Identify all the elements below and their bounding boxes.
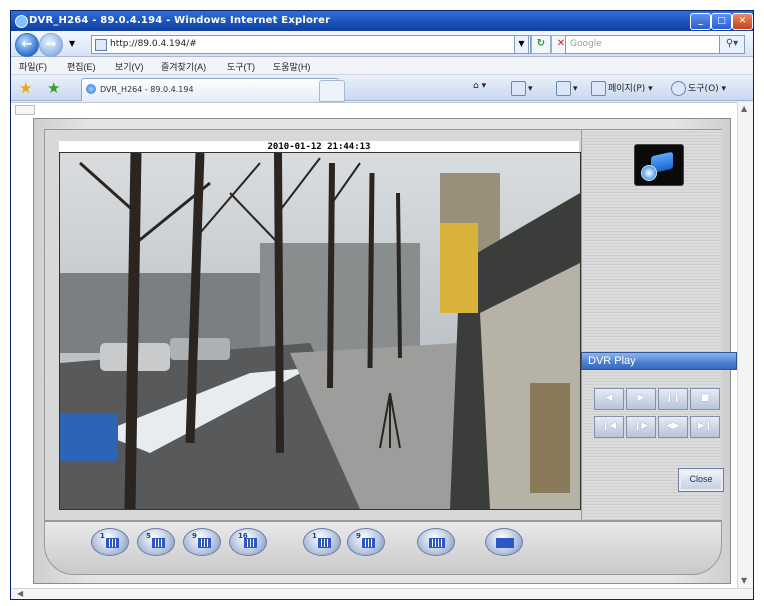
forward-button[interactable]: → [39, 33, 63, 57]
slow-icon: ◀▶ [666, 421, 680, 431]
menu-favorites[interactable]: 즐겨찾기(A) [161, 60, 206, 73]
view-5-button[interactable]: 5 [137, 528, 175, 556]
tools-menu-label: 도구(O) [688, 84, 719, 94]
print-icon[interactable]: ▾ [556, 81, 578, 96]
title-bar: DVR_H264 - 89.0.4.194 - Windows Internet… [11, 11, 753, 31]
pause-button[interactable]: ❙❙ [658, 388, 688, 410]
stop-button[interactable]: ■ [690, 388, 720, 410]
sequence-9-button[interactable]: 9 [347, 528, 385, 556]
pause-icon: ❙❙ [665, 393, 681, 403]
favorites-star-icon[interactable]: ★ [19, 79, 32, 97]
tab-label: DVR_H264 - 89.0.4.194 [100, 85, 194, 94]
camera-settings-icon [496, 538, 514, 548]
menu-edit[interactable]: 편집(E) [67, 60, 96, 73]
maximize-button[interactable]: □ [711, 13, 732, 30]
grid-9-icon [198, 538, 211, 548]
url-field[interactable]: http://89.0.4.194/# [91, 35, 531, 54]
scroll-down-icon[interactable]: ▼ [741, 576, 747, 585]
video-feed[interactable] [59, 152, 581, 510]
url-dropdown-icon[interactable]: ▼ [514, 35, 529, 54]
view-16-button[interactable]: 16 [229, 528, 267, 556]
menu-help[interactable]: 도움말(H) [273, 60, 310, 73]
step-back-icon: ❙◀ [601, 421, 617, 431]
tab-bar: ★ ★ DVR_H264 - 89.0.4.194 ⌂ ▾ ▾ ▾ 페이지(P)… [11, 75, 753, 102]
horizontal-scrollbar[interactable]: ◀ [11, 588, 753, 599]
tab-page-icon [86, 84, 96, 94]
page-menu-label: 페이지(P) [608, 84, 646, 94]
sequence-1-button[interactable]: 1 [303, 528, 341, 556]
layout-button-strip: 1 5 9 16 1 9 [44, 521, 722, 575]
tab-dvr[interactable]: DVR_H264 - 89.0.4.194 [81, 78, 339, 101]
single-view-icon [318, 538, 331, 548]
play-icon: ▶ [637, 393, 645, 403]
refresh-button[interactable]: ↻ [531, 35, 551, 54]
rewind-icon: ◀ [605, 393, 613, 403]
back-button[interactable]: ← [15, 33, 39, 57]
street-scene-image [60, 153, 580, 509]
full-grid-button[interactable] [417, 528, 455, 556]
rewind-button[interactable]: ◀ [594, 388, 624, 410]
scroll-left-icon[interactable]: ◀ [17, 589, 23, 598]
add-favorite-icon[interactable]: ★ [47, 79, 60, 97]
page-icon [95, 39, 107, 51]
page-corner-icon [15, 105, 35, 115]
search-icon[interactable]: ⚲▾ [719, 35, 745, 54]
step-back-button[interactable]: ❙◀ [594, 416, 624, 438]
layout-label: 9 [356, 532, 361, 540]
layout-label: 5 [146, 532, 151, 540]
fast-icon: ▶❙ [697, 421, 713, 431]
layout-label: 9 [192, 532, 197, 540]
page-menu[interactable]: 페이지(P) ▾ [591, 81, 653, 96]
menu-bar: 파일(F) 편집(E) 보기(V) 즐겨찾기(A) 도구(T) 도움말(H) [11, 57, 753, 75]
view-1-button[interactable]: 1 [91, 528, 129, 556]
menu-file[interactable]: 파일(F) [19, 60, 47, 73]
vertical-scrollbar[interactable]: ▲ ▼ [737, 102, 753, 588]
window-title: DVR_H264 - 89.0.4.194 - Windows Internet… [29, 15, 331, 26]
address-bar: ← → ▼ http://89.0.4.194/# ▼ ↻ ✕ Google ⚲… [11, 31, 753, 57]
search-input[interactable]: Google [565, 35, 721, 54]
minimize-button[interactable]: _ [690, 13, 711, 30]
history-dropdown-icon[interactable]: ▼ [69, 39, 75, 48]
camera-icon [634, 144, 684, 186]
step-forward-icon: ❙▶ [633, 421, 649, 431]
camera-settings-button[interactable] [485, 528, 523, 556]
full-grid-icon [429, 538, 445, 548]
ie-logo-icon [15, 15, 28, 28]
url-text: http://89.0.4.194/# [110, 39, 197, 49]
scroll-up-icon[interactable]: ▲ [741, 104, 747, 113]
dvr-frame: 2010-01-12 21:44:13 DVR Play ◀ ▶ ❙❙ ■ ❙◀… [44, 129, 737, 521]
slow-button[interactable]: ◀▶ [658, 416, 688, 438]
play-button[interactable]: ▶ [626, 388, 656, 410]
menu-view[interactable]: 보기(V) [115, 60, 144, 73]
dvr-play-label: DVR Play [581, 352, 737, 370]
home-icon[interactable]: ⌂ ▾ [473, 81, 486, 91]
stop-icon: ■ [700, 393, 710, 403]
tools-menu[interactable]: 도구(O) ▾ [671, 81, 726, 96]
single-view-icon [106, 538, 119, 548]
grid-5-icon [152, 538, 165, 548]
control-sidebar: DVR Play ◀ ▶ ❙❙ ■ ❙◀ ❙▶ ◀▶ ▶❙ Close [581, 130, 737, 520]
close-window-button[interactable]: ✕ [732, 13, 753, 30]
step-forward-button[interactable]: ❙▶ [626, 416, 656, 438]
browser-window: DVR_H264 - 89.0.4.194 - Windows Internet… [10, 10, 754, 600]
layout-label: 1 [100, 532, 105, 540]
view-9-button[interactable]: 9 [183, 528, 221, 556]
grid-16-icon [244, 538, 257, 548]
feeds-icon[interactable]: ▾ [511, 81, 533, 96]
menu-tools[interactable]: 도구(T) [227, 60, 255, 73]
grid-9-icon [362, 538, 375, 548]
layout-label: 1 [312, 532, 317, 540]
fast-button[interactable]: ▶❙ [690, 416, 720, 438]
dvr-viewer: 2010-01-12 21:44:13 DVR Play ◀ ▶ ❙❙ ■ ❙◀… [33, 118, 737, 584]
new-tab-button[interactable] [319, 80, 345, 102]
close-button[interactable]: Close [678, 468, 724, 492]
